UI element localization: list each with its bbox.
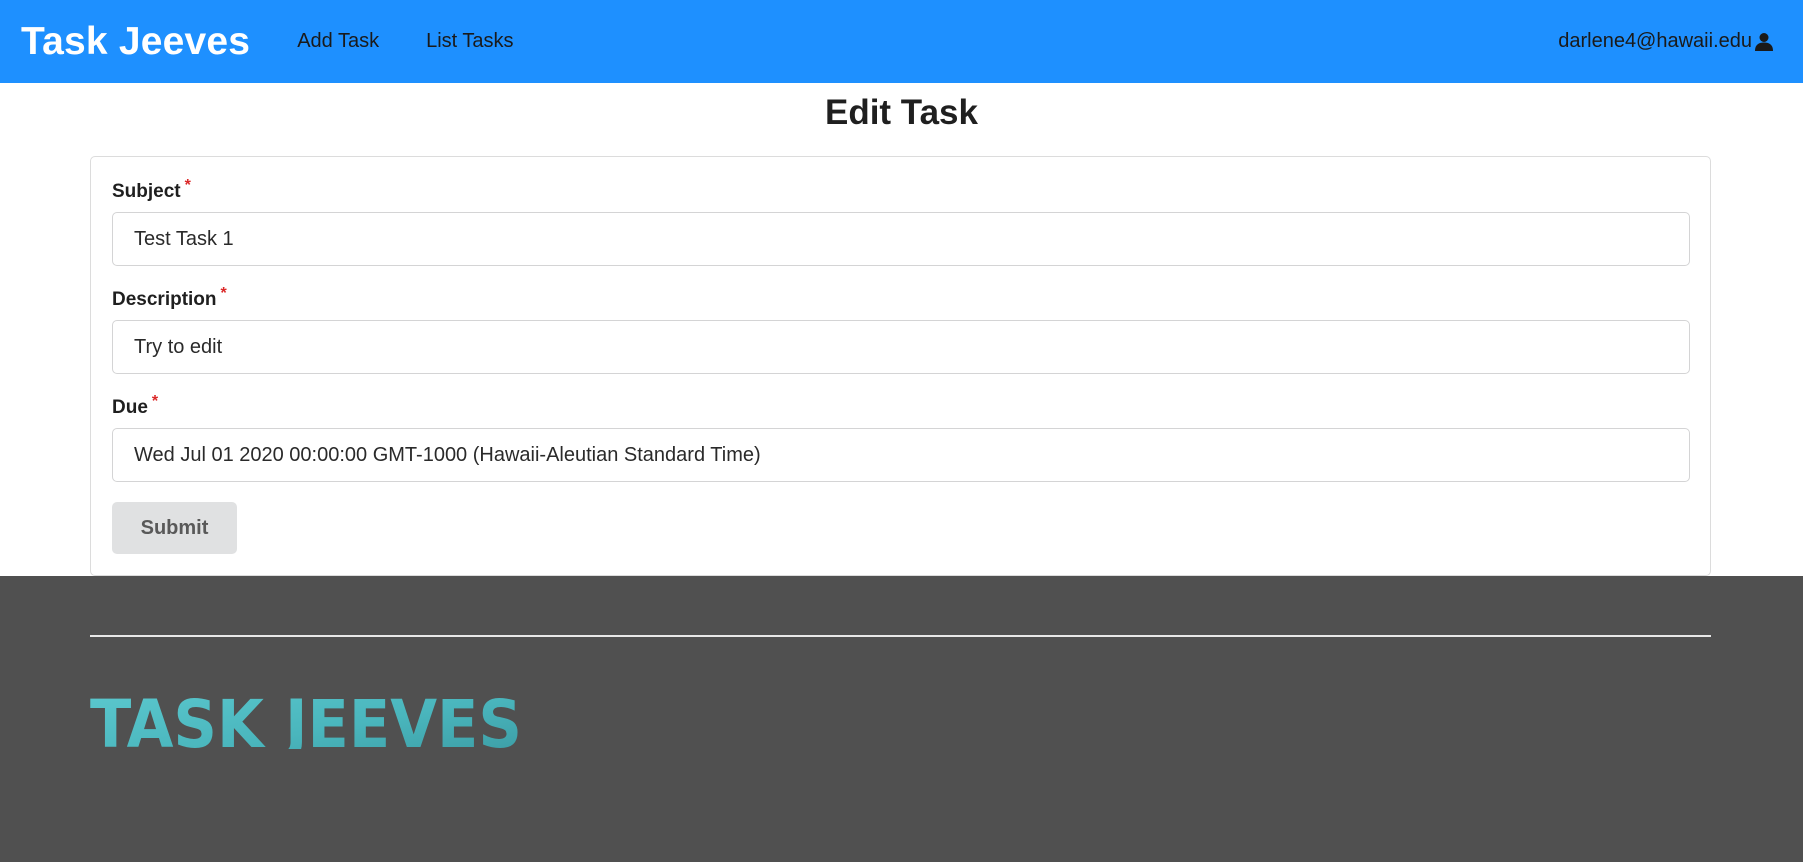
- brand-link[interactable]: Task Jeeves: [21, 20, 250, 64]
- page-title: Edit Task: [824, 93, 978, 132]
- footer-divider: [90, 635, 1711, 637]
- user-email: darlene4@hawaii.edu: [1558, 30, 1752, 52]
- description-input[interactable]: [112, 320, 1690, 374]
- task-jeeves-logo: TASK JEEVES: [90, 693, 522, 749]
- due-date-input[interactable]: [112, 428, 1690, 482]
- user-menu[interactable]: darlene4@hawaii.edu: [1558, 0, 1774, 83]
- svg-text:TASK JEEVES: TASK JEEVES: [90, 693, 522, 749]
- top-navbar: Task Jeeves Add Task List Tasks darlene4…: [0, 0, 1803, 83]
- footer: TASK JEEVES: [0, 576, 1803, 862]
- nav-add-task[interactable]: Add Task: [297, 30, 379, 53]
- submit-button[interactable]: Submit: [112, 502, 237, 554]
- nav-list-tasks[interactable]: List Tasks: [426, 30, 513, 53]
- edit-task-form: Subject* Description* Due* Submit: [90, 156, 1711, 576]
- due-label: Due *: [112, 393, 159, 418]
- description-label: Description *: [112, 285, 227, 310]
- required-mark: *: [184, 177, 191, 194]
- required-mark: *: [220, 285, 227, 302]
- subject-label: Subject *: [112, 177, 191, 202]
- subject-input[interactable]: [112, 212, 1690, 266]
- user-icon: [1755, 32, 1773, 51]
- required-mark: *: [151, 393, 159, 410]
